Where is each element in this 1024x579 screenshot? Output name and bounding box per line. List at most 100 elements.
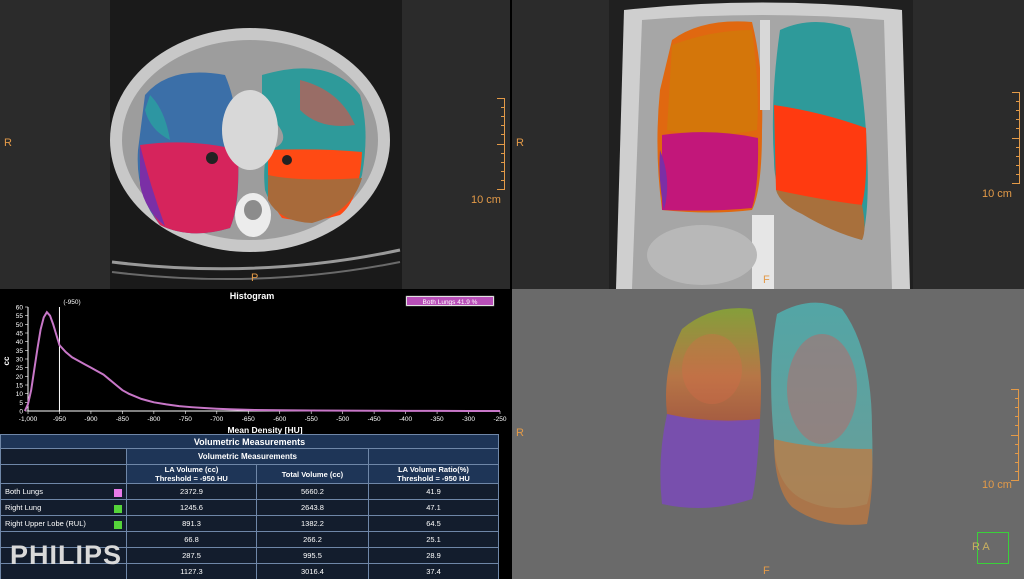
philips-logo: PHILIPS <box>10 540 123 570</box>
cell-la: 1127.3 <box>126 563 257 579</box>
row-color-swatch <box>114 504 122 513</box>
cell-ratio: 37.4 <box>367 563 500 579</box>
table-row[interactable]: Right Lung 1245.6 2643.8 47.1 <box>0 499 500 516</box>
volume-orientation-bottom: F <box>763 565 770 577</box>
cell-total: 266.2 <box>256 531 369 548</box>
histogram-plot-area: 0 5 1015 20 2530 35 4045 50 5560 -1,000 -950 -900 -8… <box>16 305 507 424</box>
coronal-viewport[interactable]: R F 10 cm <box>512 0 1024 289</box>
histogram-chart: Histogram Both Lungs 41.9 % (-950) cc Me… <box>2 291 507 434</box>
cell-la: 66.8 <box>126 531 257 548</box>
header-total-volume: Total Volume (cc) <box>256 464 369 484</box>
legend-label: Both Lungs 41.9 % <box>423 299 478 306</box>
table-subtitle: Volumetric Measurements <box>126 448 369 465</box>
row-name: Right Upper Lobe (RUL) <box>5 518 86 528</box>
x-axis-label: Mean Density [HU] <box>227 425 302 434</box>
y-tick-label: 20 <box>16 374 24 381</box>
coronal-scale-bar <box>1010 92 1020 184</box>
table-title: Volumetric Measurements <box>0 434 499 449</box>
x-tick-label: -350 <box>431 416 444 423</box>
table-row[interactable]: Both Lungs 2372.9 5660.2 41.9 <box>0 483 500 500</box>
volume-render-viewport[interactable]: R F 10 cm R A <box>512 289 1024 579</box>
orientation-cube-label: R A <box>972 541 990 553</box>
cell-total: 995.5 <box>256 547 369 564</box>
header-ratio: LA Volume Ratio(%) Threshold = -950 HU <box>367 464 500 484</box>
header-la-volume-line1: LA Volume (cc) <box>164 465 219 474</box>
row-color-swatch <box>114 488 122 497</box>
header-la-volume-line2: Threshold = -950 HU <box>155 474 228 483</box>
axial-scale-label: 10 cm <box>471 194 501 206</box>
row-name-cell: Right Lung <box>0 499 127 516</box>
y-tick-label: 5 <box>19 400 23 407</box>
y-tick-label: 40 <box>16 339 24 346</box>
x-tick-label: -550 <box>305 416 318 423</box>
axial-viewport[interactable]: R P 10 cm <box>0 0 510 289</box>
x-tick-label: -600 <box>273 416 286 423</box>
header-ratio-line2: Threshold = -950 HU <box>397 474 470 483</box>
x-tick-label: -300 <box>462 416 475 423</box>
volume-scale-bar <box>1009 389 1019 481</box>
cell-ratio: 64.5 <box>367 515 500 532</box>
coronal-orientation-bottom: F <box>763 274 770 286</box>
header-name <box>0 464 127 484</box>
y-tick-label: 10 <box>16 391 24 398</box>
axial-scale-bar <box>495 98 505 190</box>
x-tick-label: -650 <box>242 416 255 423</box>
y-tick-label: 25 <box>16 365 24 372</box>
y-tick-label: 30 <box>16 357 24 364</box>
cell-la: 287.5 <box>126 547 257 564</box>
y-axis-label: cc <box>2 356 11 365</box>
header-la-volume: LA Volume (cc) Threshold = -950 HU <box>126 464 257 484</box>
x-tick-label: -950 <box>53 416 66 423</box>
x-tick-label: -900 <box>84 416 97 423</box>
histogram-title: Histogram <box>230 291 275 301</box>
x-tick-label: -800 <box>147 416 160 423</box>
cell-total: 3016.4 <box>256 563 369 579</box>
axial-ct-image <box>110 0 402 289</box>
y-tick-label: 35 <box>16 348 24 355</box>
table-sub-blank <box>367 448 500 465</box>
axial-orientation-left: R <box>4 137 12 149</box>
y-tick-label: 55 <box>16 313 24 320</box>
cell-la: 1245.6 <box>126 499 257 516</box>
cell-ratio: 47.1 <box>367 499 500 516</box>
cell-la: 891.3 <box>126 515 257 532</box>
x-tick-label: -850 <box>116 416 129 423</box>
cell-total: 2643.8 <box>256 499 369 516</box>
coronal-orientation-left: R <box>516 137 524 149</box>
row-name: Both Lungs <box>5 486 43 496</box>
x-tick-label: -450 <box>368 416 381 423</box>
cell-ratio: 41.9 <box>367 483 500 500</box>
y-tick-label: 45 <box>16 331 24 338</box>
y-tick-label: 15 <box>16 383 24 390</box>
histogram-series-line <box>23 310 501 412</box>
x-tick-label: -750 <box>179 416 192 423</box>
threshold-label: (-950) <box>63 299 80 306</box>
x-tick-label: -500 <box>336 416 349 423</box>
y-tick-label: 0 <box>19 409 23 416</box>
axial-orientation-bottom: P <box>251 272 259 284</box>
volume-scale-label: 10 cm <box>982 479 1012 491</box>
cell-la: 2372.9 <box>126 483 257 500</box>
row-name: Right Lung <box>5 502 42 512</box>
coronal-ct-image <box>609 0 913 289</box>
volume-orientation-left: R <box>516 427 524 439</box>
x-tick-label: -400 <box>399 416 412 423</box>
3d-lung-render <box>660 302 873 525</box>
y-tick-label: 50 <box>16 322 24 329</box>
row-name-cell: Right Upper Lobe (RUL) <box>0 515 127 532</box>
table-corner <box>0 448 127 465</box>
histogram-panel: Histogram Both Lungs 41.9 % (-950) cc Me… <box>0 289 510 434</box>
cell-ratio: 28.9 <box>367 547 500 564</box>
x-tick-label: -1,000 <box>19 416 38 423</box>
cell-total: 1382.2 <box>256 515 369 532</box>
x-tick-label: -700 <box>210 416 223 423</box>
row-name-cell: Both Lungs <box>0 483 127 500</box>
y-tick-label: 60 <box>16 305 24 312</box>
cell-total: 5660.2 <box>256 483 369 500</box>
table-row[interactable]: Right Upper Lobe (RUL) 891.3 1382.2 64.5 <box>0 515 500 532</box>
coronal-scale-label: 10 cm <box>982 188 1012 200</box>
row-color-swatch <box>114 520 122 529</box>
x-tick-label: -250 <box>493 416 506 423</box>
header-ratio-line1: LA Volume Ratio(%) <box>398 465 469 474</box>
cell-ratio: 25.1 <box>367 531 500 548</box>
